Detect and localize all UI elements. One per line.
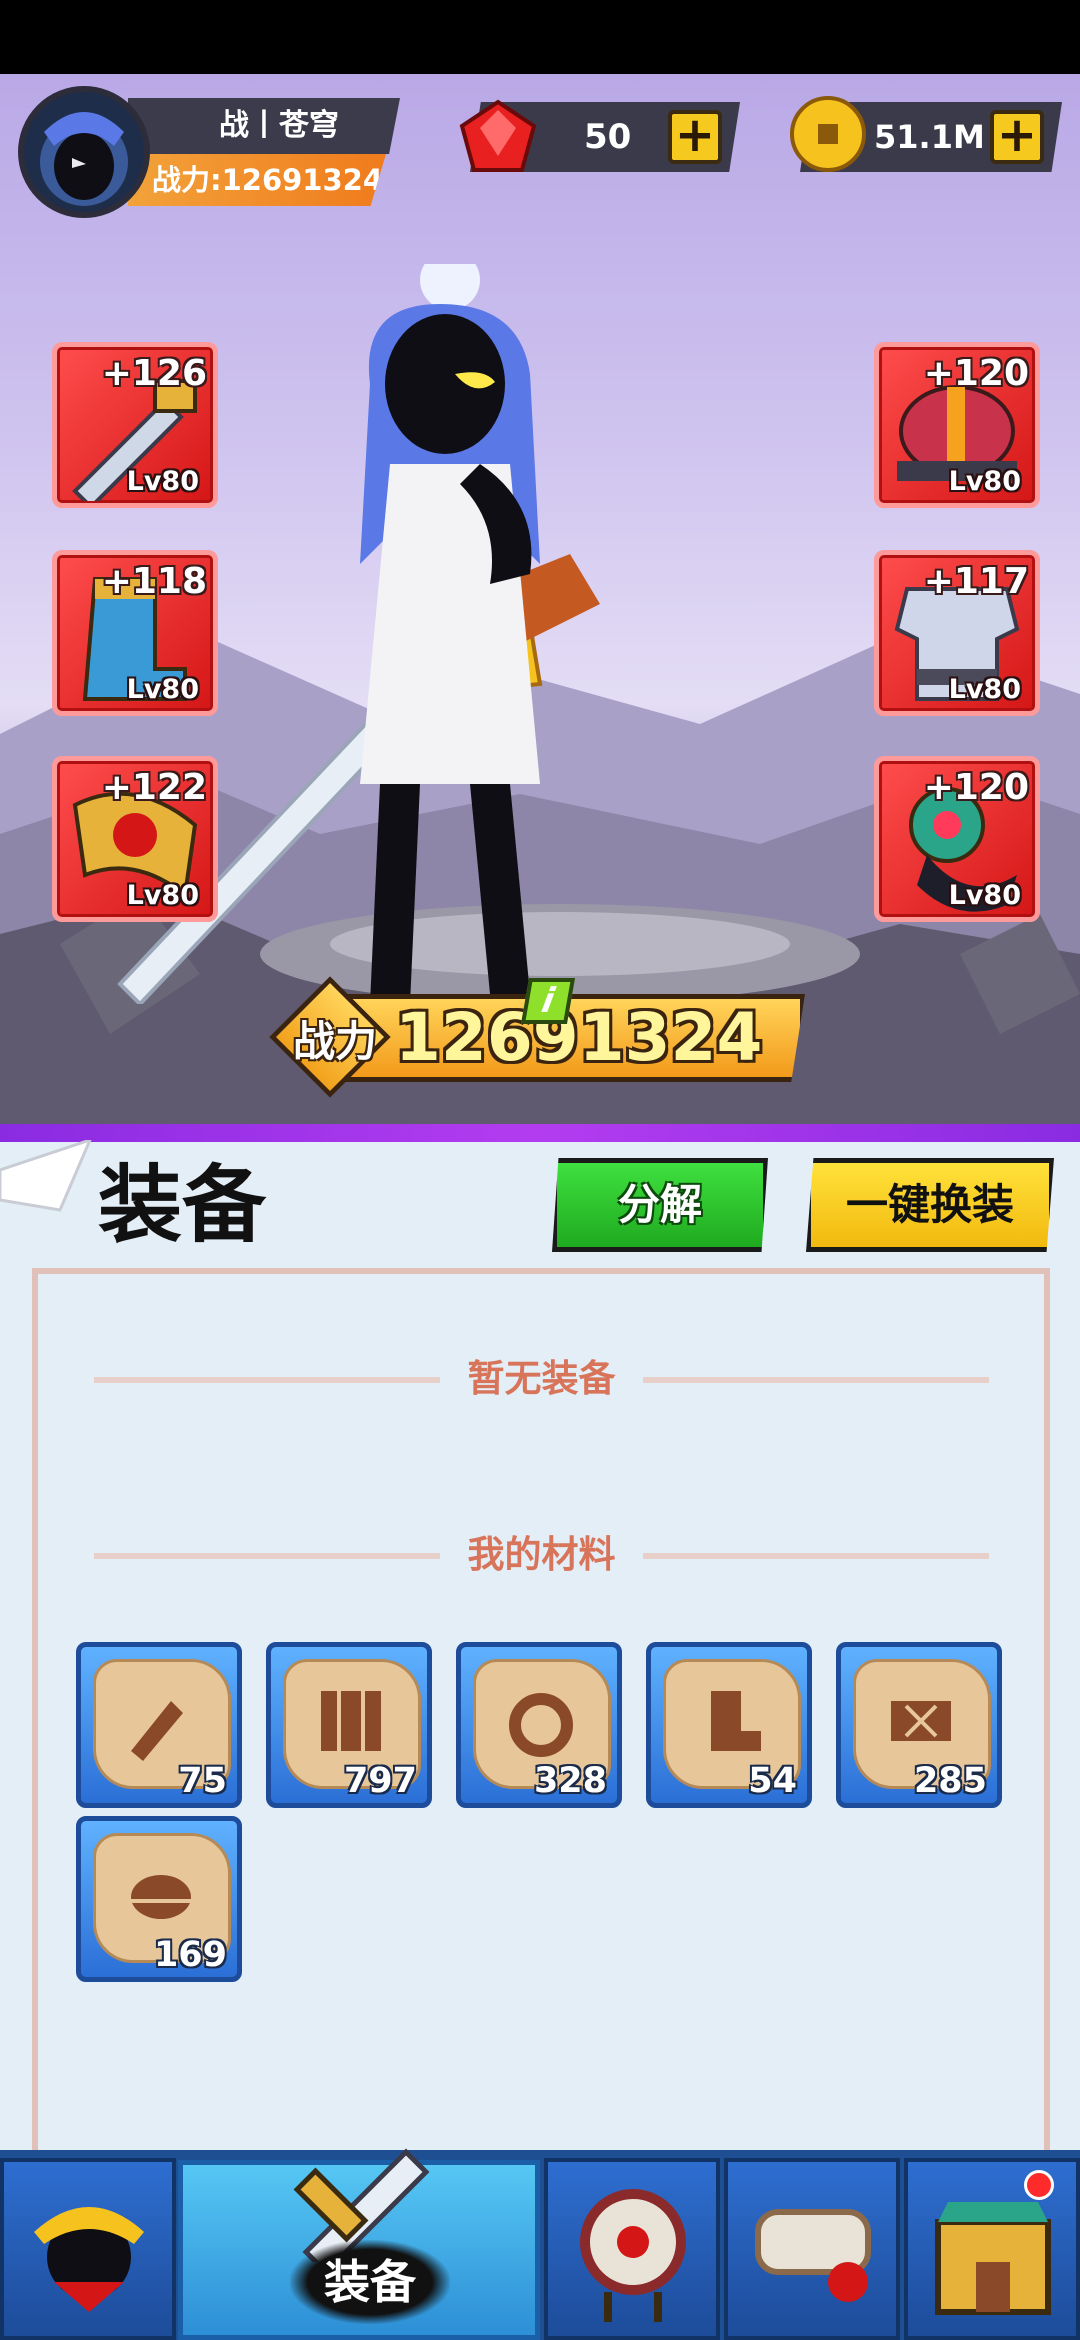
drum-icon xyxy=(580,2189,686,2322)
avatar-icon xyxy=(40,112,128,206)
player-info[interactable]: 战丨苍穹 战力:12691324 xyxy=(128,98,400,210)
belt-scroll-icon xyxy=(891,1701,951,1741)
scroll-cannon-icon xyxy=(755,2209,871,2302)
material-item[interactable]: 797 xyxy=(266,1642,432,1808)
slot-weapon[interactable]: +126 Lv80 xyxy=(52,342,218,508)
material-item[interactable]: 328 xyxy=(456,1642,622,1808)
no-equipment-text: 暂无装备 xyxy=(467,1357,616,1400)
no-equipment-header: 暂无装备 xyxy=(94,1354,989,1404)
nav-drum[interactable] xyxy=(544,2158,720,2340)
panel-divider xyxy=(0,1124,1080,1142)
nav-hero[interactable] xyxy=(0,2158,176,2340)
material-count: 54 xyxy=(748,1761,797,1801)
slot-ring[interactable]: +120 Lv80 xyxy=(874,756,1040,922)
slot-bonus: +117 xyxy=(923,561,1029,602)
material-count: 285 xyxy=(913,1761,987,1801)
material-item[interactable]: 285 xyxy=(836,1642,1002,1808)
material-item[interactable]: 75 xyxy=(76,1642,242,1808)
slot-bonus: +122 xyxy=(101,767,207,808)
materials-title: 我的材料 xyxy=(467,1533,616,1576)
hero-icon xyxy=(34,2207,144,2312)
slot-level: Lv80 xyxy=(126,674,199,705)
gem-value: 50 xyxy=(584,117,632,157)
slot-level: Lv80 xyxy=(126,880,199,911)
helmet-scroll-icon xyxy=(131,1875,191,1919)
ring-scroll-icon xyxy=(509,1693,573,1757)
material-item[interactable]: 169 xyxy=(76,1816,242,1982)
add-coins-button[interactable]: + xyxy=(990,110,1044,164)
player-name: 战丨苍穹 xyxy=(128,98,400,154)
slot-belt[interactable]: +122 Lv80 xyxy=(52,756,218,922)
power-value: 12691324 xyxy=(395,999,763,1076)
status-bar xyxy=(0,0,1080,74)
info-button[interactable]: i xyxy=(520,978,576,1024)
decompose-button[interactable]: 分解 xyxy=(552,1158,768,1252)
slot-bonus: +120 xyxy=(923,767,1029,808)
gem-icon xyxy=(459,99,537,172)
materials-header: 我的材料 xyxy=(94,1530,989,1580)
material-count: 169 xyxy=(153,1935,227,1975)
bottom-nav xyxy=(0,2150,1080,2340)
notification-dot xyxy=(1024,2170,1054,2200)
material-item[interactable]: 54 xyxy=(646,1642,812,1808)
add-gems-button[interactable]: + xyxy=(668,110,722,164)
corner-tab xyxy=(0,1140,92,1212)
slot-bonus: +120 xyxy=(923,353,1029,394)
slot-helmet[interactable]: +120 Lv80 xyxy=(874,342,1040,508)
slot-boots[interactable]: +118 Lv80 xyxy=(52,550,218,716)
slot-level: Lv80 xyxy=(948,674,1021,705)
slot-armor[interactable]: +117 Lv80 xyxy=(874,550,1040,716)
material-count: 797 xyxy=(343,1761,417,1801)
armor-scroll-icon xyxy=(321,1691,381,1751)
slot-level: Lv80 xyxy=(948,880,1021,911)
material-count: 328 xyxy=(533,1761,607,1801)
slot-level: Lv80 xyxy=(126,466,199,497)
panel-title: 装备 xyxy=(98,1156,267,1254)
coin-icon xyxy=(790,96,866,172)
power-label: 战力 xyxy=(293,1017,378,1066)
coin-value: 51.1M xyxy=(874,118,985,156)
avatar[interactable] xyxy=(18,86,150,218)
slot-level: Lv80 xyxy=(948,466,1021,497)
slot-bonus: +126 xyxy=(101,353,207,394)
equip-all-button[interactable]: 一键换装 xyxy=(806,1158,1054,1252)
material-count: 75 xyxy=(178,1761,227,1801)
slot-bonus: +118 xyxy=(101,561,207,602)
boots-scroll-icon xyxy=(711,1691,761,1751)
game-screen: 战丨苍穹 战力:12691324 50 + 51.1M + +126 Lv80 … xyxy=(0,0,1080,2340)
nav-scroll[interactable] xyxy=(724,2158,900,2340)
player-power: 战力:12691324 xyxy=(128,154,386,206)
sword-scroll-icon xyxy=(131,1701,183,1761)
nav-equipment-label: 装备 xyxy=(290,2240,450,2324)
